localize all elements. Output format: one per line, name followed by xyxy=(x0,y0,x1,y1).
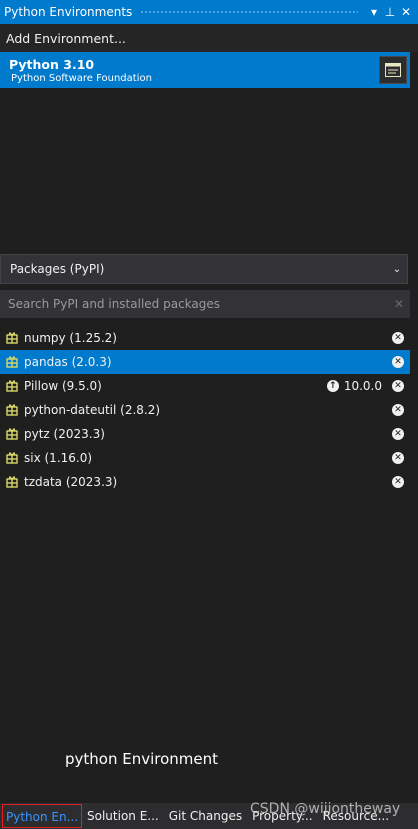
tab-solution-explorer[interactable]: Solution E... xyxy=(82,804,164,828)
package-label: Pillow (9.5.0) xyxy=(24,379,102,393)
uninstall-package-icon[interactable]: ✕ xyxy=(392,476,404,488)
package-row[interactable]: python-dateutil (2.8.2) ✕ xyxy=(0,398,410,422)
environment-item[interactable]: Python 3.10 Python Software Foundation xyxy=(0,52,410,88)
package-label: six (1.16.0) xyxy=(24,451,93,465)
tab-python-environments[interactable]: Python En... xyxy=(2,804,82,828)
package-icon xyxy=(6,356,18,368)
package-row[interactable]: tzdata (2023.3) ✕ xyxy=(0,470,410,494)
package-row[interactable]: Pillow (9.5.0) ↑ 10.0.0 ✕ xyxy=(0,374,410,398)
uninstall-package-icon[interactable]: ✕ xyxy=(392,380,404,392)
tab-git-changes[interactable]: Git Changes xyxy=(164,804,247,828)
package-icon xyxy=(6,404,18,416)
package-icon xyxy=(6,428,18,440)
uninstall-package-icon[interactable]: ✕ xyxy=(392,332,404,344)
environment-name: Python 3.10 xyxy=(9,57,95,72)
package-label: python-dateutil (2.8.2) xyxy=(24,403,161,417)
package-list: numpy (1.25.2) ✕ pandas (2.0.3) ✕ Pillow (9.… xyxy=(0,326,410,494)
package-search[interactable]: Search PyPI and installed packages ✕ xyxy=(0,290,410,318)
chevron-down-icon: ⌄ xyxy=(392,263,402,275)
uninstall-package-icon[interactable]: ✕ xyxy=(392,356,404,368)
pin-icon[interactable]: ⊥ xyxy=(382,0,398,24)
packages-dropdown-value: Packages (PyPI) xyxy=(10,262,105,276)
package-icon xyxy=(6,380,18,392)
panel-title: Python Environments xyxy=(4,5,133,19)
upgrade-package-button[interactable]: ↑ 10.0.0 xyxy=(326,379,382,393)
annotation-caption: python Environment xyxy=(65,750,219,768)
clear-search-icon[interactable]: ✕ xyxy=(388,297,410,311)
watermark: CSDN @wijiontheway xyxy=(250,801,401,817)
uninstall-package-icon[interactable]: ✕ xyxy=(392,452,404,464)
panel-title-bar: Python Environments ▾ ⊥ ✕ xyxy=(0,0,418,24)
package-row[interactable]: six (1.16.0) ✕ xyxy=(0,446,410,470)
console-icon xyxy=(385,63,401,77)
upgrade-version: 10.0.0 xyxy=(343,379,382,393)
packages-dropdown[interactable]: Packages (PyPI) ⌄ xyxy=(0,254,408,284)
title-grip[interactable] xyxy=(140,9,358,15)
add-environment-link[interactable]: Add Environment... xyxy=(0,24,418,52)
add-environment-label: Add Environment... xyxy=(6,30,126,46)
arrow-up-icon: ↑ xyxy=(326,380,339,392)
package-row[interactable]: pytz (2023.3) ✕ xyxy=(0,422,410,446)
package-row[interactable]: pandas (2.0.3) ✕ xyxy=(0,350,410,374)
environment-vendor: Python Software Foundation xyxy=(11,73,152,84)
package-label: pytz (2023.3) xyxy=(24,427,105,441)
open-interactive-window-button[interactable] xyxy=(379,56,407,84)
package-label: numpy (1.25.2) xyxy=(24,331,117,345)
package-row[interactable]: numpy (1.25.2) ✕ xyxy=(0,326,410,350)
package-icon xyxy=(6,476,18,488)
package-icon xyxy=(6,332,18,344)
search-input[interactable]: Search PyPI and installed packages xyxy=(0,297,388,311)
window-position-dropdown-icon[interactable]: ▾ xyxy=(366,0,382,24)
package-icon xyxy=(6,452,18,464)
close-icon[interactable]: ✕ xyxy=(398,0,414,24)
uninstall-package-icon[interactable]: ✕ xyxy=(392,428,404,440)
uninstall-package-icon[interactable]: ✕ xyxy=(392,404,404,416)
package-label: pandas (2.0.3) xyxy=(24,355,112,369)
package-label: tzdata (2023.3) xyxy=(24,475,118,489)
